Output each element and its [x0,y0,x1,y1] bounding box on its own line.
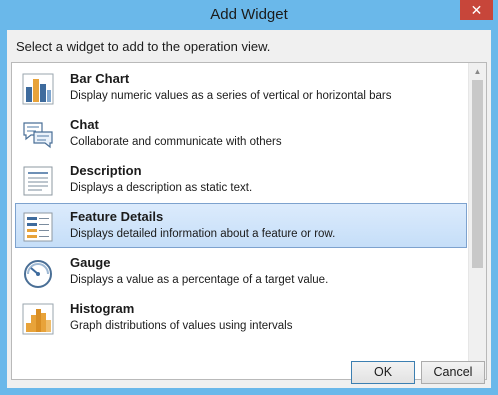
list-item-description[interactable]: Description Displays a description as st… [15,157,467,202]
ok-button[interactable]: OK [351,361,415,384]
scroll-up-icon[interactable]: ▲ [469,63,486,80]
cancel-button[interactable]: Cancel [421,361,485,384]
histogram-icon [22,303,54,335]
feature-details-icon [22,211,54,243]
description-icon [22,165,54,197]
widget-title: Bar Chart [70,71,130,86]
scrollbar-thumb[interactable] [472,80,483,268]
widget-title: Histogram [70,301,135,316]
close-icon: ✕ [470,2,483,18]
widget-title: Gauge [70,255,111,270]
add-widget-dialog: Add Widget ✕ Select a widget to add to t… [0,0,498,395]
list-item-bar-chart[interactable]: Bar Chart Display numeric values as a se… [15,65,467,110]
vertical-scrollbar[interactable]: ▲ ▼ [468,63,486,379]
dialog-body: Select a widget to add to the operation … [7,30,491,388]
dialog-title: Add Widget [210,6,288,23]
widget-title: Description [70,163,142,178]
widget-title: Chat [70,117,99,132]
bar-chart-icon [22,73,54,105]
widget-description: Displays a description as static text. [70,182,253,194]
list-item-feature-details[interactable]: Feature Details Displays detailed inform… [15,203,467,248]
widget-description: Displays detailed information about a fe… [70,228,336,240]
widget-title: Feature Details [70,209,164,224]
close-button[interactable]: ✕ [460,0,493,20]
widget-description: Displays a value as a percentage of a ta… [70,274,329,286]
list-item-histogram[interactable]: Histogram Graph distributions of values … [15,295,467,340]
instruction-text: Select a widget to add to the operation … [16,39,271,54]
widget-description: Graph distributions of values using inte… [70,320,293,332]
list-item-gauge[interactable]: Gauge Displays a value as a percentage o… [15,249,467,294]
gauge-icon [22,257,54,289]
widget-list[interactable]: Bar Chart Display numeric values as a se… [11,62,487,380]
list-item-chat[interactable]: Chat Collaborate and communicate with ot… [15,111,467,156]
chat-icon [22,119,54,151]
widget-list-items: Bar Chart Display numeric values as a se… [12,63,468,379]
title-bar[interactable]: Add Widget ✕ [0,0,498,30]
widget-description: Collaborate and communicate with others [70,136,282,148]
widget-description: Display numeric values as a series of ve… [70,90,392,102]
